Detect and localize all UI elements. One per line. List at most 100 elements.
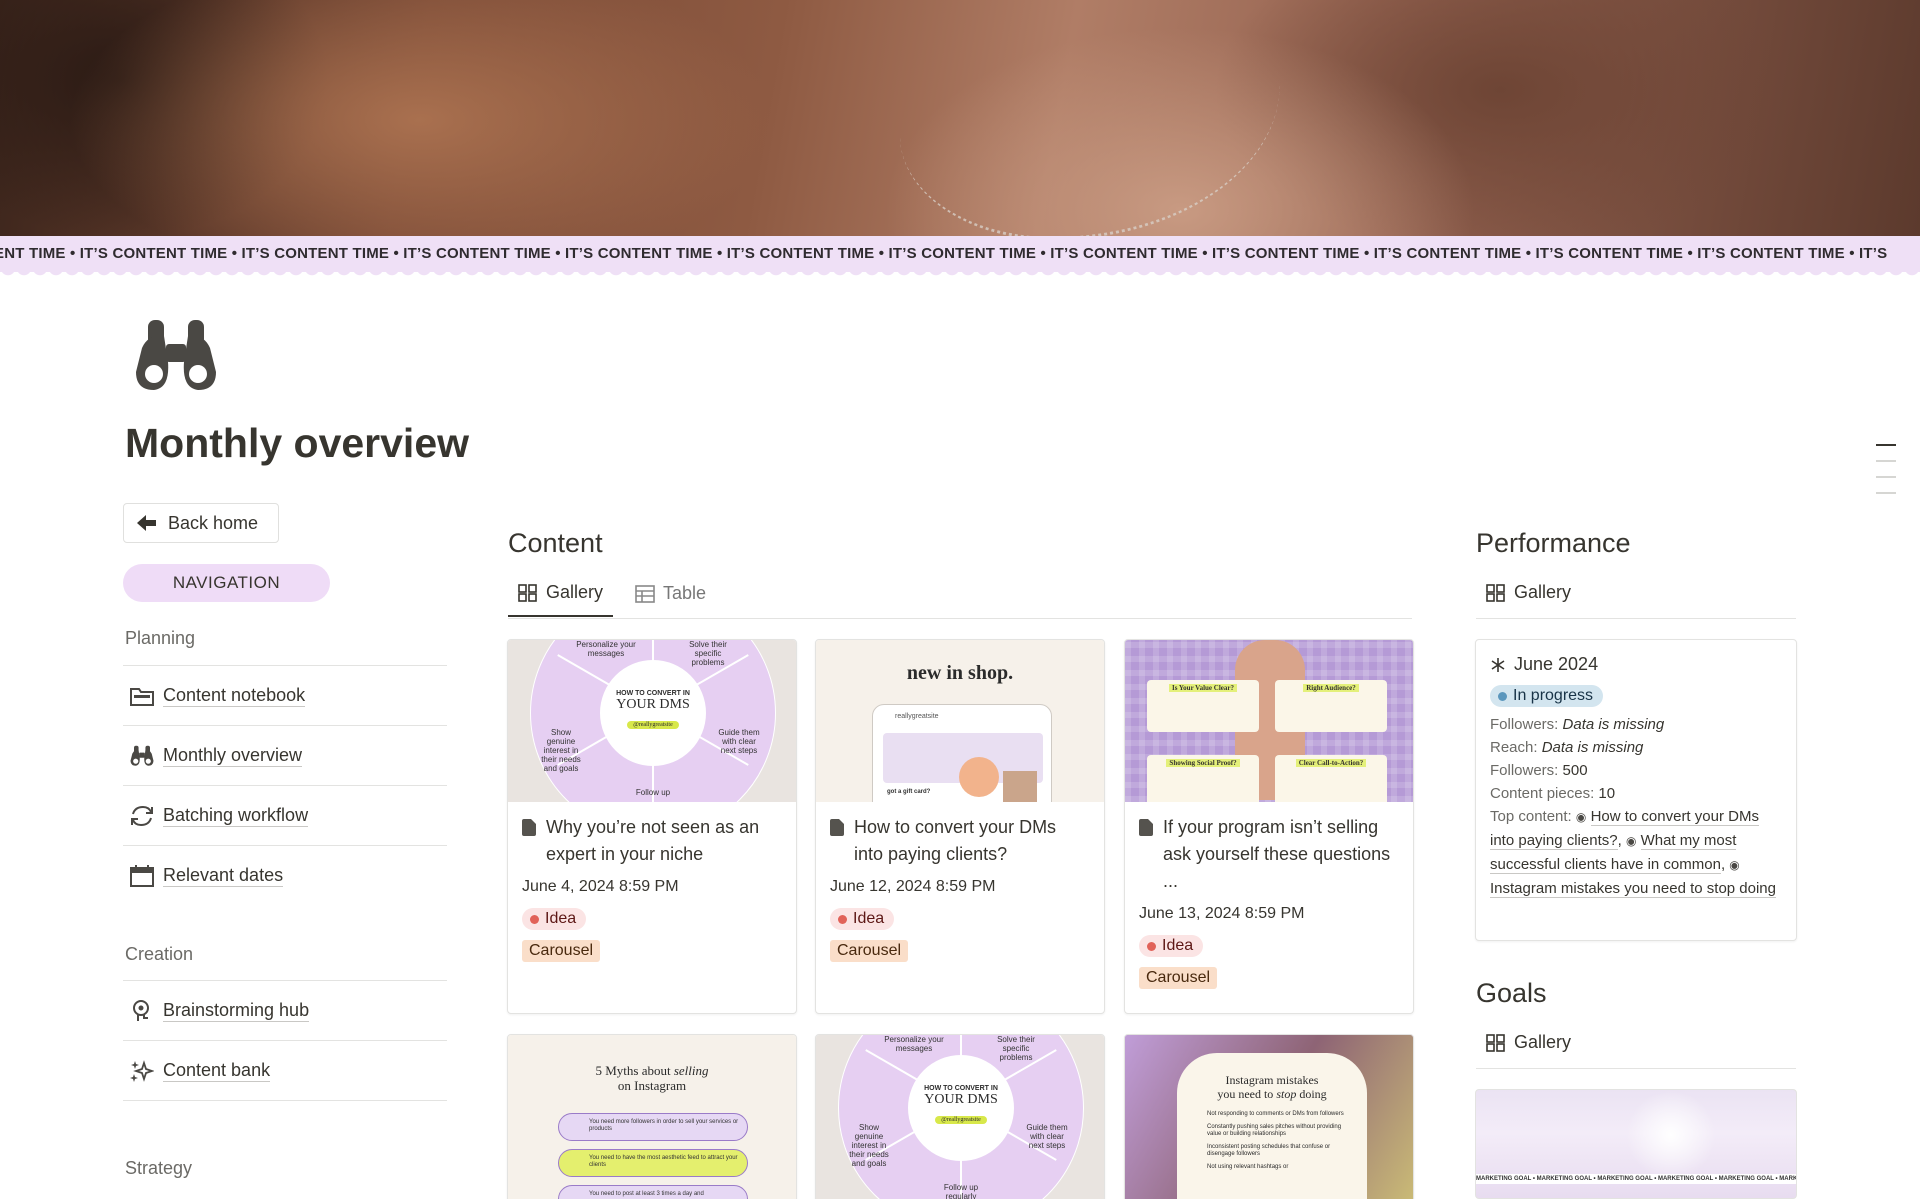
thumb-text: Is Your Value Clear? bbox=[1168, 684, 1238, 692]
prop-row: Followers: Data is missing bbox=[1490, 713, 1782, 736]
nav-item-relevant-dates[interactable]: Relevant dates bbox=[123, 845, 447, 905]
card-date: June 12, 2024 8:59 PM bbox=[830, 878, 996, 895]
content-card[interactable]: Is Your Value Clear? Right Audience? Sho… bbox=[1124, 639, 1414, 1014]
nav-item-brainstorming-hub[interactable]: Brainstorming hub bbox=[123, 980, 447, 1040]
binoculars-icon bbox=[129, 743, 155, 769]
thumb-text: HOW TO CONVERT IN bbox=[616, 690, 690, 697]
top-content-link[interactable]: Instagram mistakes you need to stop doin… bbox=[1490, 880, 1776, 898]
tab-label: Gallery bbox=[1514, 582, 1572, 602]
thumb-badge bbox=[959, 757, 999, 797]
format-tag: Carousel bbox=[522, 940, 601, 962]
content-view-tabs: Gallery Table bbox=[508, 582, 716, 617]
tab-gallery[interactable]: Gallery bbox=[1476, 1032, 1581, 1065]
strategy-heading: Strategy bbox=[125, 1158, 193, 1178]
thumb-text: Solve their specific problems bbox=[689, 640, 727, 667]
nav-item-label: Content bank bbox=[163, 1060, 271, 1082]
nav-item-content-notebook[interactable]: Content notebook bbox=[123, 665, 447, 725]
thumb-headline: new in shop. bbox=[906, 662, 1014, 684]
prop-label: Content pieces: bbox=[1490, 785, 1595, 802]
thumb-title: 5 Myths about selling on Instagram bbox=[508, 1063, 796, 1093]
back-home-button[interactable]: Back home bbox=[123, 503, 279, 543]
tab-gallery[interactable]: Gallery bbox=[1476, 582, 1581, 615]
thumb-text: Guide them with clear next steps bbox=[718, 728, 760, 755]
table-of-contents[interactable] bbox=[1876, 444, 1896, 508]
nav-item-label: Relevant dates bbox=[163, 865, 284, 887]
asterisk-icon bbox=[1491, 657, 1505, 672]
thumb-text: Instagram mistakes bbox=[1225, 1073, 1319, 1087]
content-heading: Content bbox=[508, 528, 603, 558]
thumb-text: 5 Myths about bbox=[595, 1063, 671, 1078]
status-dot bbox=[530, 914, 539, 924]
toc-line[interactable] bbox=[1876, 492, 1896, 494]
page-title: Monthly overview bbox=[125, 420, 470, 466]
card-date: June 13, 2024 8:59 PM bbox=[1139, 905, 1305, 922]
planning-nav: Content notebook Monthly overview Batchi… bbox=[123, 665, 447, 905]
toc-line[interactable] bbox=[1876, 476, 1896, 478]
table-icon bbox=[635, 584, 655, 603]
prop-value: 10 bbox=[1598, 785, 1616, 802]
thumb-question-box: Clear Call-to-Action? bbox=[1275, 755, 1387, 802]
marquee-text: ENT TIME • IT’S CONTENT TIME • IT’S CONT… bbox=[0, 245, 1888, 262]
content-card[interactable]: HOW TO CONVERT IN YOUR DMS @reallygreats… bbox=[815, 1034, 1105, 1199]
navigation-label: NAVIGATION bbox=[123, 564, 330, 602]
folder-icon bbox=[129, 683, 155, 709]
thumb-text: Follow up regularly bbox=[943, 1183, 979, 1199]
wheel-center: HOW TO CONVERT IN YOUR DMS @reallygreats… bbox=[600, 660, 706, 766]
card-title-text: Why you’re not seen as an expert in your… bbox=[546, 817, 760, 864]
thumb-text: Show genuine interest in their needs and… bbox=[849, 1123, 889, 1168]
thumb-text: Constantly pushing sales pitches without… bbox=[1207, 1124, 1342, 1137]
format-tag: Carousel bbox=[830, 940, 909, 962]
thumb-text: stop bbox=[1276, 1087, 1297, 1101]
status-badge: Idea bbox=[1139, 935, 1204, 957]
thumb-text: Follow up bbox=[635, 788, 671, 797]
nav-divider bbox=[123, 1100, 447, 1101]
thumb-text: Personalize your messages bbox=[576, 640, 636, 658]
brain-icon: ◉ bbox=[1625, 834, 1637, 848]
thumb-text: HOW TO CONVERT IN bbox=[924, 1085, 998, 1092]
thumb-text: doing bbox=[1299, 1087, 1327, 1101]
performance-card-title-text: June 2024 bbox=[1514, 654, 1599, 674]
card-thumbnail: 5 Myths about selling on Instagram You ne… bbox=[508, 1035, 796, 1199]
thumb-tag: @reallygreatsite bbox=[935, 1116, 987, 1124]
card-title-text: How to convert your DMs into paying clie… bbox=[854, 817, 1057, 864]
content-card[interactable]: new in shop. reallygreatsite got a gift … bbox=[815, 639, 1105, 1014]
page-icon bbox=[1139, 819, 1153, 836]
format-tag: Carousel bbox=[1139, 967, 1218, 989]
thumb-tag: @reallygreatsite bbox=[627, 721, 679, 729]
card-date: June 4, 2024 8:59 PM bbox=[522, 878, 679, 895]
toc-line[interactable] bbox=[1876, 460, 1896, 462]
thumb-text: Not using relevant hashtags or bbox=[1207, 1164, 1289, 1170]
thumb-myth: You need to post at least 3 times a day … bbox=[558, 1185, 748, 1199]
cover-image bbox=[0, 0, 1920, 236]
content-card[interactable]: Instagram mistakes you need to stop doin… bbox=[1124, 1034, 1414, 1199]
status-dot bbox=[1498, 691, 1507, 701]
brain-icon: ◉ bbox=[1729, 858, 1740, 872]
binoculars-icon[interactable] bbox=[134, 318, 218, 394]
nav-item-label: Content notebook bbox=[163, 685, 306, 707]
card-thumbnail: HOW TO CONVERT IN YOUR DMS @reallygreats… bbox=[508, 640, 796, 802]
tab-label: Gallery bbox=[546, 582, 604, 602]
arrow-left-icon bbox=[137, 515, 156, 531]
content-card[interactable]: 5 Myths about selling on Instagram You ne… bbox=[507, 1034, 797, 1199]
planning-heading: Planning bbox=[125, 628, 196, 648]
nav-item-batching-workflow[interactable]: Batching workflow bbox=[123, 785, 447, 845]
goals-heading: Goals bbox=[1476, 978, 1547, 1008]
status-text: Idea bbox=[853, 910, 885, 927]
sparkles-icon bbox=[129, 1058, 155, 1084]
card-thumbnail: HOW TO CONVERT IN YOUR DMS @reallygreats… bbox=[816, 1035, 1104, 1199]
goal-card[interactable]: MARKETING GOAL • MARKETING GOAL • MARKET… bbox=[1475, 1089, 1797, 1199]
nav-item-monthly-overview[interactable]: Monthly overview bbox=[123, 725, 447, 785]
card-title: Why you’re not seen as an expert in your… bbox=[522, 814, 782, 868]
tab-divider bbox=[1476, 618, 1796, 619]
content-card[interactable]: HOW TO CONVERT IN YOUR DMS @reallygreats… bbox=[507, 639, 797, 1014]
thumb-myth: You need to have the most aesthetic feed… bbox=[558, 1149, 748, 1177]
tab-table[interactable]: Table bbox=[625, 582, 716, 617]
performance-card-title: June 2024 bbox=[1490, 654, 1782, 675]
thumb-list: Not responding to comments or DMs from f… bbox=[1177, 1101, 1367, 1171]
creation-heading: Creation bbox=[125, 944, 194, 964]
tab-gallery[interactable]: Gallery bbox=[508, 582, 614, 617]
performance-card[interactable]: June 2024 In progress Followers: Data is… bbox=[1475, 639, 1797, 941]
nav-item-content-bank[interactable]: Content bank bbox=[123, 1040, 447, 1100]
status-badge: In progress bbox=[1490, 685, 1604, 707]
toc-line[interactable] bbox=[1876, 444, 1896, 446]
